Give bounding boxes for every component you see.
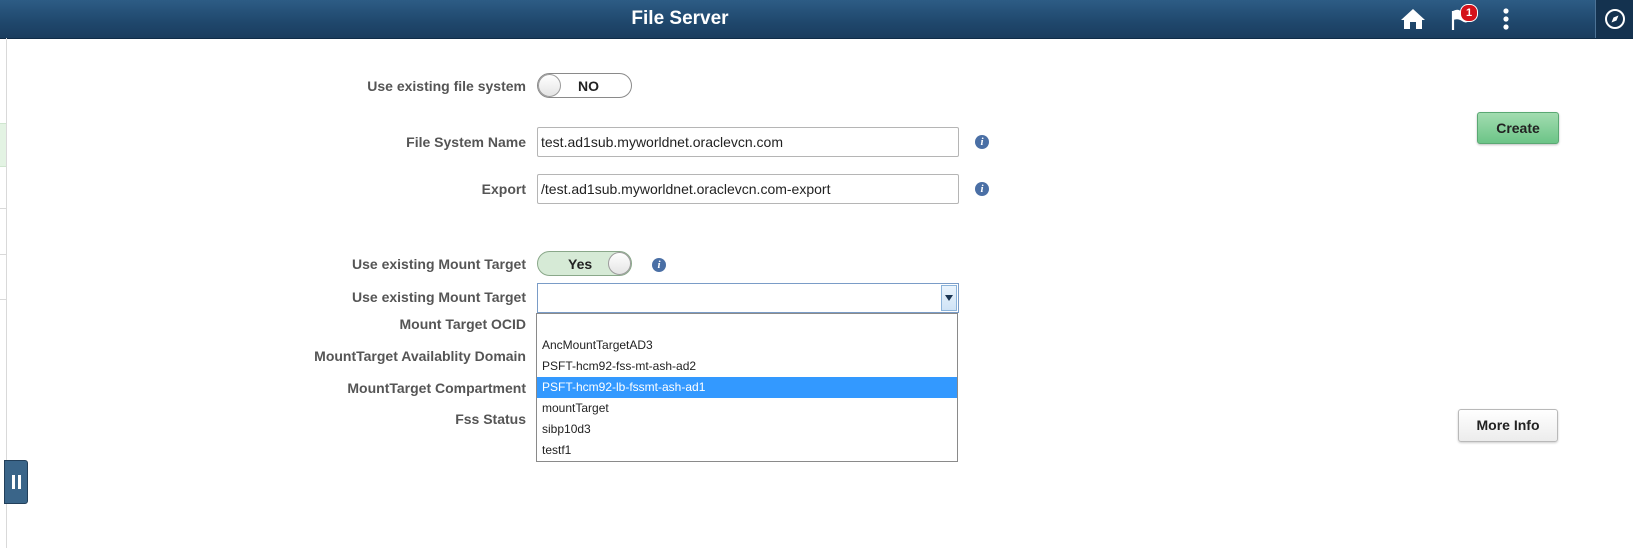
kebab-menu-icon[interactable]	[1492, 5, 1520, 33]
use-existing-fs-label: Use existing file system	[367, 78, 526, 94]
dropdown-option[interactable]: mountTarget	[537, 398, 957, 419]
page-title: File Server	[631, 8, 729, 29]
mt-ad-label: MountTarget Availablity Domain	[314, 348, 526, 364]
use-existing-mt-label: Use existing Mount Target	[352, 256, 526, 272]
fss-status-label: Fss Status	[455, 411, 526, 427]
compass-icon[interactable]	[1595, 0, 1633, 38]
mt-ocid-label: Mount Target OCID	[399, 316, 526, 332]
mount-target-select-label: Use existing Mount Target	[352, 289, 526, 305]
notification-badge: 1	[1460, 4, 1478, 22]
home-icon[interactable]	[1399, 5, 1427, 33]
app-header: File Server 1	[0, 0, 1633, 39]
dropdown-option[interactable]: testf1	[537, 440, 957, 461]
fs-name-label: File System Name	[406, 134, 526, 150]
use-existing-mt-toggle[interactable]: Yes	[537, 251, 632, 276]
side-panel-toggle-button[interactable]	[4, 460, 28, 504]
use-existing-fs-toggle[interactable]: NO	[537, 73, 632, 98]
mt-compartment-label: MountTarget Compartment	[347, 380, 526, 396]
dropdown-option[interactable]	[537, 316, 957, 337]
export-info-icon[interactable]: i	[975, 182, 989, 196]
fs-name-input[interactable]	[537, 127, 959, 157]
fs-name-info-icon[interactable]: i	[975, 135, 989, 149]
dropdown-option[interactable]: sibp10d3	[537, 419, 957, 440]
dropdown-option[interactable]: PSFT-hcm92-fss-mt-ash-ad2	[537, 356, 957, 377]
mount-target-select[interactable]	[537, 283, 959, 313]
toggle-value: Yes	[568, 256, 593, 272]
more-info-button[interactable]: More Info	[1458, 409, 1558, 442]
mount-target-dropdown-list: AncMountTargetAD3 PSFT-hcm92-fss-mt-ash-…	[536, 313, 958, 462]
dropdown-option[interactable]: AncMountTargetAD3	[537, 335, 957, 356]
toggle-value: NO	[578, 78, 599, 94]
mount-target-info-icon[interactable]: i	[652, 258, 666, 272]
toggle-knob	[538, 74, 561, 97]
toggle-knob	[608, 252, 631, 275]
dropdown-option-highlighted[interactable]: PSFT-hcm92-lb-fssmt-ash-ad1	[537, 377, 957, 398]
export-label: Export	[481, 181, 526, 197]
create-button[interactable]: Create	[1477, 112, 1559, 144]
flag-icon[interactable]: 1	[1446, 4, 1478, 33]
chevron-down-icon[interactable]	[941, 285, 957, 311]
pause-icon	[11, 475, 15, 489]
export-input[interactable]	[537, 174, 959, 204]
